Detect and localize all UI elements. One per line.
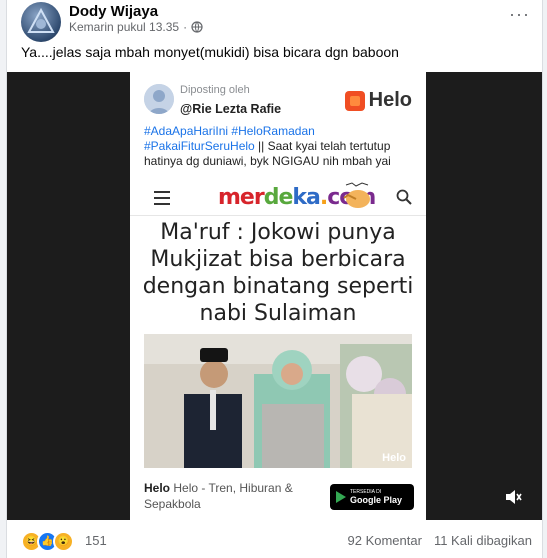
pointing-hand-icon	[343, 182, 370, 208]
post-text: Ya....jelas saja mbah monyet(mukidi) bis…	[21, 44, 399, 60]
more-options-button[interactable]: ···	[509, 4, 530, 25]
helo-caption: #AdaApaHariIni #HeloRamadan #PakaiFiturS…	[144, 124, 391, 168]
post-timestamp[interactable]: Kemarin pukul 13.35	[69, 20, 179, 34]
photo-watermark: Helo	[382, 452, 406, 464]
helo-logo: Helo	[344, 89, 412, 112]
author-name[interactable]: Dody Wijaya	[69, 3, 158, 20]
helo-header: Diposting oleh @Rie Lezta Rafie Helo #Ad…	[130, 72, 426, 186]
article-headline: Ma'ruf : Jokowi punya Mukjizat bisa berb…	[142, 220, 414, 326]
share-count[interactable]: 11 Kali dibagikan	[434, 533, 532, 548]
helo-card: Diposting oleh @Rie Lezta Rafie Helo #Ad…	[130, 72, 426, 520]
helo-logo-icon	[344, 90, 365, 111]
hamburger-icon	[154, 191, 170, 209]
reaction-icons[interactable]: 😆 👍 😮	[21, 531, 74, 552]
comment-count[interactable]: 92 Komentar	[348, 533, 422, 548]
google-play-icon	[336, 491, 346, 503]
merdeka-navbar: merdeka.com	[130, 179, 426, 216]
article-photo: Helo	[144, 334, 412, 468]
poster-handle: @Rie Lezta Rafie	[180, 102, 282, 116]
author-avatar[interactable]	[21, 2, 61, 42]
post-meta: Kemarin pukul 13.35 ·	[69, 20, 203, 34]
poster-avatar	[144, 84, 174, 114]
helo-app-text: Helo Helo - Tren, Hiburan & Sepakbola	[144, 481, 293, 511]
google-play-badge[interactable]: TERSEDIA DI Google Play	[330, 484, 414, 510]
posted-by-label: Diposting oleh	[180, 84, 250, 96]
volume-muted-icon[interactable]	[504, 488, 522, 506]
post-stats: 😆 👍 😮 151 92 Komentar 11 Kali dibagikan	[7, 528, 542, 554]
helo-footer: Helo Helo - Tren, Hiburan & Sepakbola TE…	[130, 476, 426, 520]
globe-icon	[191, 21, 203, 33]
reaction-count[interactable]: 151	[85, 533, 107, 548]
search-icon	[396, 189, 412, 205]
post-media[interactable]: Diposting oleh @Rie Lezta Rafie Helo #Ad…	[7, 72, 542, 520]
wow-icon: 😮	[53, 531, 74, 552]
facebook-post: Dody Wijaya Kemarin pukul 13.35 · ··· Ya…	[6, 0, 543, 558]
